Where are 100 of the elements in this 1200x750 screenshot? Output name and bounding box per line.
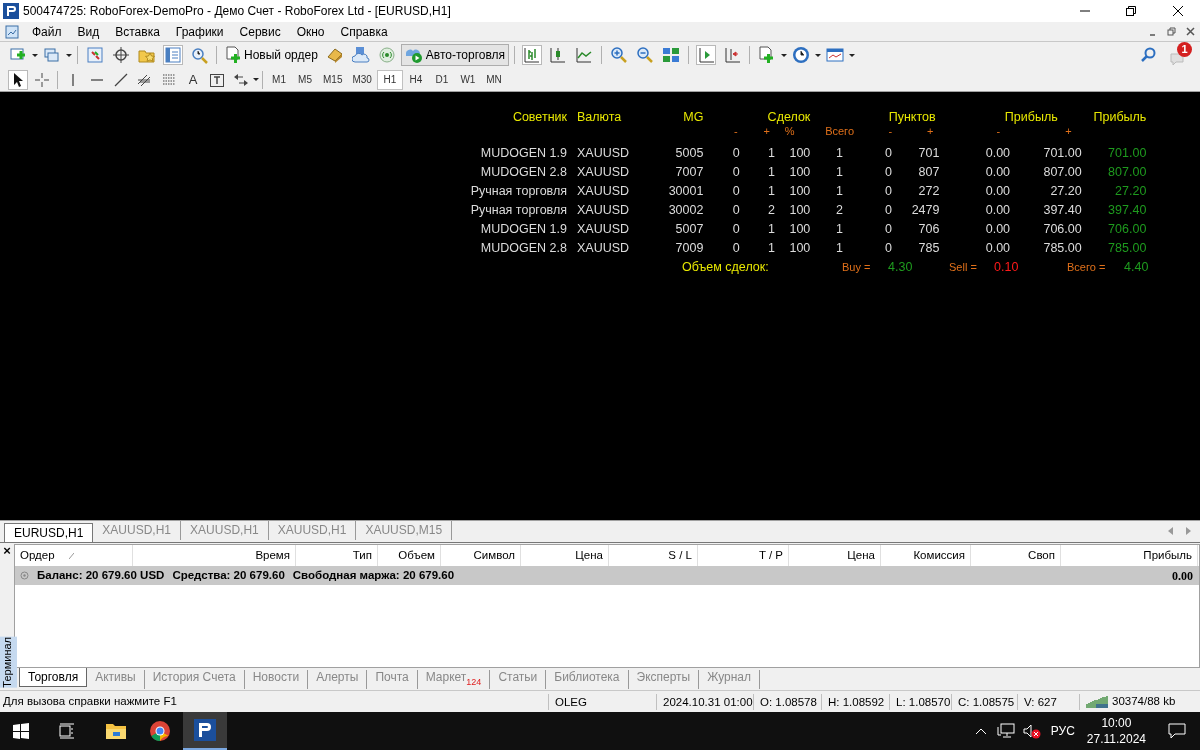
column-subheader: - [887, 125, 893, 138]
cursor-icon[interactable] [9, 70, 27, 89]
table-cell: 701 [892, 144, 940, 163]
menu-item[interactable]: Сервис [231, 22, 289, 41]
volume-label: Объем сделок: [682, 261, 770, 274]
table-cell-text: 0 [731, 240, 740, 258]
menu-item[interactable]: Справка [332, 22, 396, 41]
mdi-restore-icon[interactable] [1166, 26, 1177, 37]
ingot-icon[interactable] [325, 46, 344, 64]
table-cell-text: 0 [884, 202, 893, 220]
dropdown-caret-icon[interactable] [32, 53, 38, 57]
table-cell: 1 [739, 144, 775, 163]
panel-tab[interactable]: Торговля [19, 668, 88, 687]
clock-icon[interactable] [792, 46, 811, 64]
timeframe-button[interactable]: M30 [347, 69, 377, 90]
network-icon[interactable] [996, 723, 1015, 739]
text-tool[interactable]: A [181, 69, 205, 90]
restore-icon[interactable] [1126, 6, 1136, 16]
timeframe-button[interactable]: MN [480, 69, 507, 90]
sell-value: 0.10 [994, 261, 1020, 274]
dropdown-caret-icon[interactable] [781, 53, 788, 57]
table-cell: 1 [810, 239, 869, 258]
table-cell: 1 [810, 144, 869, 163]
chart-shift-icon[interactable] [723, 46, 742, 64]
column-header: Прибыль [1003, 110, 1059, 125]
timeframe-button[interactable]: H1 [376, 69, 403, 90]
table-cell-text: 30002 [667, 202, 705, 220]
magnifier-clock-icon[interactable] [190, 46, 208, 64]
language-indicator[interactable]: РУС [1050, 722, 1075, 740]
column-subheader: + [1064, 125, 1073, 138]
table-cell: XAUUSD [567, 220, 659, 239]
status-dot-icon [20, 571, 29, 580]
menu-item[interactable]: Вид [69, 22, 108, 41]
terminal-panel-icon[interactable] [164, 46, 182, 64]
dropdown-caret-icon[interactable] [66, 53, 72, 57]
table-cell: 0.00 [939, 144, 1011, 163]
candlestick-icon[interactable] [549, 46, 568, 64]
timeframe-button[interactable]: M15 [318, 69, 348, 90]
mdi-close-icon[interactable] [1185, 26, 1196, 37]
tile-windows-icon[interactable] [662, 46, 681, 64]
table-cell: 0.00 [939, 239, 1011, 258]
dropdown-caret-icon[interactable] [815, 53, 822, 57]
total-value: 4.40 [1124, 261, 1149, 274]
zoom-in-icon[interactable] [610, 46, 629, 64]
sort-indicator-icon[interactable] [68, 552, 74, 559]
auto-scroll-icon[interactable] [697, 46, 716, 64]
notification-center-icon[interactable] [1168, 723, 1186, 739]
close-panel-button[interactable]: × [3, 544, 11, 558]
signal-waves-icon[interactable] [377, 46, 396, 64]
status-cell: C: 1.08575 [951, 693, 1017, 710]
zoom-out-icon[interactable] [636, 46, 655, 64]
clock-time[interactable]: 10:00 [1101, 715, 1132, 731]
profiles-icon[interactable] [43, 46, 61, 64]
browser-icon[interactable] [149, 720, 171, 742]
windows-start-icon[interactable] [13, 723, 29, 739]
dropdown-caret-icon[interactable] [849, 53, 856, 57]
menu-item[interactable]: Окно [288, 22, 333, 41]
scroll-right-icon[interactable] [1186, 527, 1192, 535]
new-order-button[interactable]: Новый ордер [222, 44, 321, 66]
auto-trading-button[interactable]: Авто-торговля [400, 44, 510, 66]
column-header: Валюта [567, 110, 659, 125]
table-cell: 807.00 [1010, 163, 1082, 182]
search-icon[interactable] [1140, 47, 1156, 63]
chat-bubble-icon[interactable] [1170, 53, 1184, 65]
cloud-document-icon[interactable] [351, 46, 370, 64]
table-cell: 2479 [892, 201, 940, 220]
speaker-muted-icon[interactable] [1022, 723, 1041, 739]
table-cell: 807.00 [1081, 163, 1149, 182]
task-view-icon[interactable] [59, 723, 75, 739]
column-header: Пунктов [887, 110, 937, 125]
table-cell: XAUUSD [567, 182, 659, 201]
dropdown-caret-icon[interactable] [253, 78, 259, 81]
market-watch-icon[interactable] [86, 46, 104, 64]
timeframe-button[interactable]: H4 [402, 69, 429, 90]
folder-icon[interactable] [105, 722, 127, 740]
notification-badge[interactable]: 1 [1177, 42, 1192, 57]
column-subheader: + [892, 125, 940, 138]
column-header: MG [682, 110, 705, 125]
app-logo-icon [3, 3, 19, 19]
close-icon[interactable] [1172, 5, 1184, 17]
timeframe-button[interactable]: W1 [454, 69, 481, 90]
line-chart-icon[interactable] [575, 46, 594, 64]
crosshair-icon[interactable] [112, 46, 130, 64]
table-cell-text: 0 [731, 202, 740, 220]
menu-item[interactable]: Графики [167, 22, 232, 41]
bar-chart-icon[interactable] [523, 46, 542, 64]
chart-tab[interactable]: EURUSD,H1 [4, 523, 94, 542]
timeframe-button[interactable]: M5 [292, 69, 318, 90]
timeframe-button[interactable]: M1 [266, 69, 292, 90]
table-cell: 0.00 [939, 163, 1011, 182]
menu-item[interactable]: Файл [24, 22, 70, 41]
scroll-left-icon[interactable] [1168, 527, 1174, 535]
timeframe-button[interactable]: D1 [428, 69, 455, 90]
chevron-up-icon[interactable] [974, 727, 987, 735]
clock-date[interactable]: 27.11.2024 [1086, 731, 1146, 747]
table-cell: 701.00 [1081, 144, 1149, 163]
menu-item[interactable]: Вставка [107, 22, 168, 41]
table-cell: 0.00 [939, 220, 1011, 239]
chart-template-icon[interactable] [826, 46, 845, 64]
taskbar-app-button[interactable] [183, 712, 227, 750]
